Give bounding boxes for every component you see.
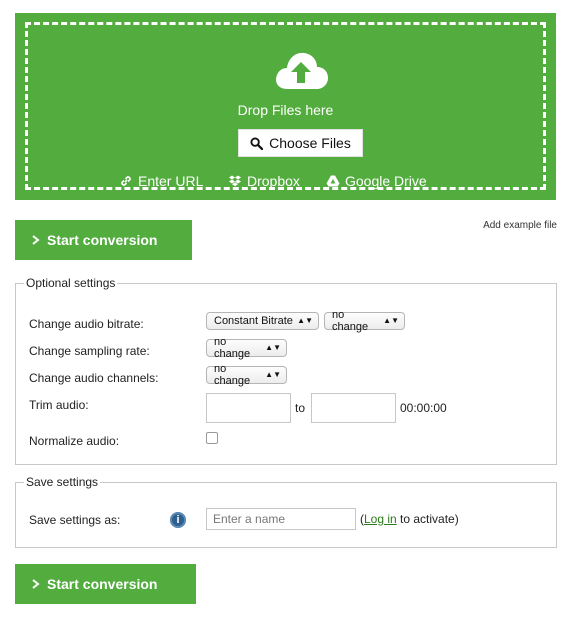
sampling-rate-select[interactable]: no change ▲▼ (206, 336, 287, 360)
bitrate-mode-select[interactable]: Constant Bitrate ▲▼ (206, 312, 319, 330)
bitrate-value: no change (332, 309, 369, 333)
login-activate-text: (Log in to activate) (360, 512, 459, 526)
enter-url-label: Enter URL (138, 173, 204, 189)
chevron-right-icon (32, 235, 40, 245)
bitrate-mode-value: Constant Bitrate (214, 315, 293, 327)
chevron-right-icon (32, 579, 40, 589)
upload-dropzone[interactable]: Drop Files here Choose Files Enter URL D… (15, 13, 556, 200)
optional-settings-legend: Optional settings (26, 276, 116, 290)
info-icon[interactable]: i (170, 512, 186, 528)
sampling-rate-value: no change (214, 336, 251, 360)
start-conversion-button-bottom[interactable]: Start conversion (15, 564, 196, 604)
save-settings-legend: Save settings (26, 475, 99, 489)
normalize-audio-label: Normalize audio: (29, 434, 120, 448)
trim-to-label: to (295, 401, 306, 415)
trim-audio-label: Trim audio: (29, 398, 89, 412)
cloud-upload-icon (276, 52, 328, 89)
normalize-audio-checkbox[interactable] (206, 432, 218, 444)
choose-files-button[interactable]: Choose Files (238, 129, 363, 157)
settings-name-input[interactable] (206, 508, 356, 530)
trim-duration-text: 00:00:00 (400, 401, 447, 415)
google-drive-label: Google Drive (345, 173, 427, 189)
dropbox-link[interactable]: Dropbox (228, 173, 300, 189)
enter-url-link[interactable]: Enter URL (119, 173, 203, 189)
trim-end-input[interactable] (311, 393, 396, 423)
audio-channels-label: Change audio channels: (29, 371, 159, 385)
google-drive-icon (326, 175, 340, 187)
select-arrows-icon: ▲▼ (297, 316, 313, 325)
save-settings-as-label: Save settings as: (29, 513, 121, 527)
select-arrows-icon: ▲▼ (265, 343, 281, 352)
audio-channels-value: no change (214, 363, 251, 387)
select-arrows-icon: ▲▼ (265, 370, 281, 379)
sampling-rate-label: Change sampling rate: (29, 344, 150, 358)
choose-files-label: Choose Files (269, 135, 351, 151)
start-conversion-label: Start conversion (47, 576, 158, 592)
drop-files-text: Drop Files here (237, 102, 334, 118)
start-conversion-label: Start conversion (47, 232, 158, 248)
activate-text: to activate) (396, 512, 459, 526)
bitrate-value-select[interactable]: no change ▲▼ (324, 309, 405, 333)
google-drive-link[interactable]: Google Drive (326, 173, 427, 189)
audio-channels-select[interactable]: no change ▲▼ (206, 363, 287, 387)
start-conversion-button-top[interactable]: Start conversion (15, 220, 192, 260)
dropbox-icon (229, 175, 241, 187)
dropbox-label: Dropbox (247, 173, 300, 189)
link-icon (121, 176, 131, 186)
add-example-file-link[interactable]: Add example file (483, 220, 557, 231)
search-icon (250, 136, 264, 150)
log-in-link[interactable]: Log in (364, 512, 397, 526)
audio-bitrate-label: Change audio bitrate: (29, 317, 144, 331)
trim-start-input[interactable] (206, 393, 291, 423)
select-arrows-icon: ▲▼ (383, 316, 399, 325)
